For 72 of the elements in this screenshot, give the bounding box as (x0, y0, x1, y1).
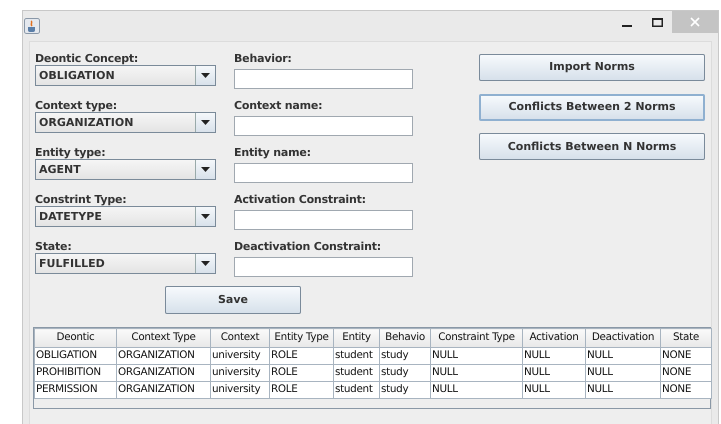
caret-icon (201, 261, 210, 266)
table-cell: ROLE (270, 348, 334, 365)
column-header[interactable]: Entity Type (270, 328, 334, 348)
table-cell: ORGANIZATION (116, 364, 210, 382)
table-cell: university (210, 382, 270, 399)
table-cell: university (210, 348, 270, 365)
table-cell: NONE (660, 382, 712, 399)
text-field[interactable] (234, 116, 413, 136)
action-button[interactable]: Import Norms (479, 54, 705, 81)
table-cell: NULL (430, 348, 522, 365)
field-label: Context type: (35, 99, 118, 112)
minimize-icon (622, 25, 632, 27)
column-header[interactable]: State (660, 328, 712, 348)
table-cell: student (334, 348, 380, 365)
table-cell: study (380, 364, 430, 382)
table-cell: ORGANIZATION (116, 382, 210, 399)
table-cell: PROHIBITION (34, 364, 116, 382)
table-cell: NULL (522, 364, 586, 382)
dropdown[interactable]: ORGANIZATION (35, 112, 216, 133)
caret-icon (201, 73, 210, 78)
column-header[interactable]: Deactivation (586, 328, 660, 348)
table-cell: university (210, 364, 270, 382)
field-label: Entity type: (35, 146, 106, 159)
action-button[interactable]: Conflicts Between N Norms (479, 133, 705, 160)
field-label: Constrint Type: (35, 193, 128, 206)
column-header[interactable]: Entity (334, 328, 380, 348)
text-field[interactable] (234, 256, 413, 276)
table-cell: student (334, 382, 380, 399)
table-cell: NULL (522, 348, 586, 365)
dropdown[interactable]: DATETYPE (35, 206, 216, 227)
action-button[interactable]: Conflicts Between 2 Norms (479, 94, 705, 120)
table-cell: NULL (586, 348, 660, 365)
column-header[interactable]: Behavio (380, 328, 430, 348)
table-cell: study (380, 382, 430, 399)
column-header[interactable]: Activation (522, 328, 586, 348)
column-header[interactable]: Constraint Type (430, 328, 522, 348)
table-cell: PERMISSION (34, 382, 116, 399)
table-cell: NONE (660, 348, 712, 365)
dropdown[interactable]: FULFILLED (35, 253, 216, 274)
field-label: State: (35, 240, 73, 253)
table-cell: OBLIGATION (34, 348, 116, 365)
caret-icon (201, 214, 210, 219)
table-cell: NULL (430, 382, 522, 399)
table-cell: ROLE (270, 382, 334, 399)
field-label: Context name: (234, 99, 324, 112)
text-field[interactable] (234, 210, 413, 230)
close-icon (690, 17, 700, 27)
table-cell: NONE (660, 364, 712, 382)
field-label: Deontic Concept: (35, 52, 140, 65)
table-cell: study (380, 348, 430, 365)
field-label: Activation Constraint: (234, 193, 367, 206)
table-cell: NULL (430, 364, 522, 382)
table-cell: NULL (586, 382, 660, 399)
column-header[interactable]: Context Type (116, 328, 210, 348)
field-label: Deactivation Constraint: (234, 240, 382, 253)
table-cell: NULL (586, 364, 660, 382)
dropdown[interactable]: OBLIGATION (35, 65, 216, 86)
dropdown[interactable]: AGENT (35, 159, 216, 180)
column-header[interactable]: Context (210, 328, 270, 348)
save-button[interactable]: Save (165, 286, 301, 314)
maximize-icon (652, 18, 662, 26)
field-label: Entity name: (234, 146, 312, 159)
table-cell: student (334, 364, 380, 382)
table-cell: NULL (522, 382, 586, 399)
table-cell: ROLE (270, 364, 334, 382)
field-label: Behavior: (234, 52, 293, 65)
table-cell: ORGANIZATION (116, 348, 210, 365)
column-header[interactable]: Deontic (34, 328, 116, 348)
caret-icon (201, 167, 210, 172)
caret-icon (201, 120, 210, 125)
text-field[interactable] (234, 68, 413, 88)
text-field[interactable] (234, 162, 413, 182)
